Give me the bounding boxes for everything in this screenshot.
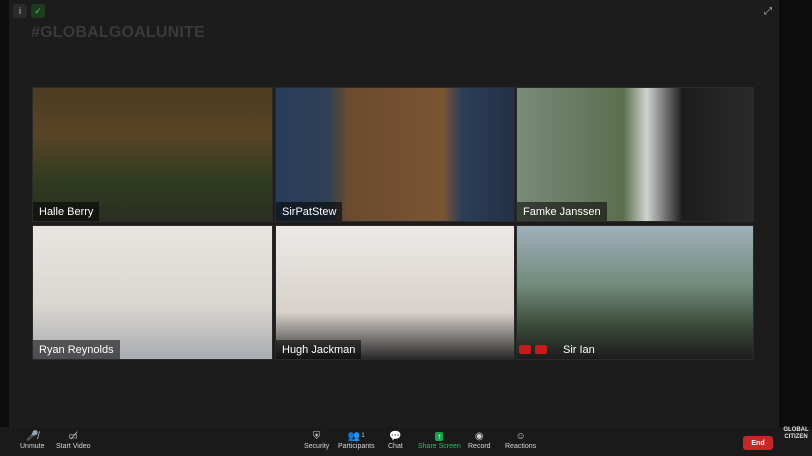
shield-icon: ⛨ (312, 430, 321, 442)
hashtag-watermark: #GLOBALGOALUNITE (31, 24, 205, 41)
participant-name: Ryan Reynolds (33, 340, 120, 359)
participants-button[interactable]: 👥 1 Participants (338, 429, 375, 451)
reactions-icon: ☺ (515, 430, 526, 442)
end-button[interactable]: End (743, 436, 773, 450)
participant-name: Sir Ian (563, 344, 595, 356)
video-tile-hugh-jackman[interactable]: Hugh Jackman (275, 225, 515, 360)
security-button[interactable]: ⛨ Security (304, 429, 330, 451)
logo-line-2: CITIZEN (784, 434, 808, 440)
participant-name: Hugh Jackman (276, 340, 362, 359)
logo-line-1: GLOBAL (783, 427, 809, 433)
top-left-indicators: i ✓ (13, 4, 45, 18)
video-tile-sir-ian[interactable]: Sir Ian (516, 225, 754, 360)
share-screen-label: Share Screen (418, 443, 461, 450)
global-citizen-logo: GLOBAL CITIZEN (782, 427, 810, 441)
chat-label: Chat (388, 443, 403, 450)
participants-count: 1 (361, 433, 365, 439)
microphone-muted-icon: 🎤̸ (26, 430, 39, 442)
security-label: Security (304, 443, 330, 450)
unmute-label: Unmute (20, 443, 45, 450)
meeting-toolbar: 🎤̸ Unmute ▭̸ Start Video ⛨ Security 👥 1 P… (0, 427, 812, 456)
record-label: Record (468, 443, 491, 450)
fullscreen-icon[interactable]: ⤢ (761, 4, 775, 18)
participant-name: Halle Berry (33, 202, 100, 221)
record-button[interactable]: ◉ Record (468, 429, 491, 451)
start-video-label: Start Video (56, 443, 91, 450)
video-tile-sirpatstew[interactable]: SirPatStew (275, 87, 515, 222)
unmute-button[interactable]: 🎤̸ Unmute (20, 429, 45, 451)
shield-icon[interactable]: ✓ (31, 4, 45, 18)
video-tile-famke-janssen[interactable]: Famke Janssen (516, 87, 754, 222)
chat-button[interactable]: 💬 Chat (388, 429, 403, 451)
recording-dot-icon (519, 345, 531, 354)
video-tile-ryan-reynolds[interactable]: Ryan Reynolds (32, 225, 273, 360)
reactions-button[interactable]: ☺ Reactions (505, 429, 537, 451)
info-icon[interactable]: i (13, 4, 27, 18)
share-screen-icon: ↑ (435, 431, 444, 441)
reactions-label: Reactions (505, 443, 537, 450)
video-tile-halle-berry[interactable]: Halle Berry (32, 87, 273, 222)
recording-dot-icon (535, 345, 547, 354)
participants-label: Participants (338, 443, 375, 450)
chat-icon: 💬 (389, 430, 402, 442)
start-video-button[interactable]: ▭̸ Start Video (56, 429, 91, 451)
recording-indicator (519, 345, 547, 354)
participant-name: Famke Janssen (517, 202, 607, 221)
share-screen-button[interactable]: ↑ Share Screen (418, 429, 461, 450)
participants-icon: 👥 1 (347, 430, 365, 442)
record-icon: ◉ (474, 430, 484, 442)
participant-name: SirPatStew (276, 202, 343, 221)
zoom-window: i ✓ ⤢ #GLOBALGOALUNITE Halle Berry SirPa… (9, 0, 779, 456)
camera-off-icon: ▭̸ (68, 430, 78, 442)
